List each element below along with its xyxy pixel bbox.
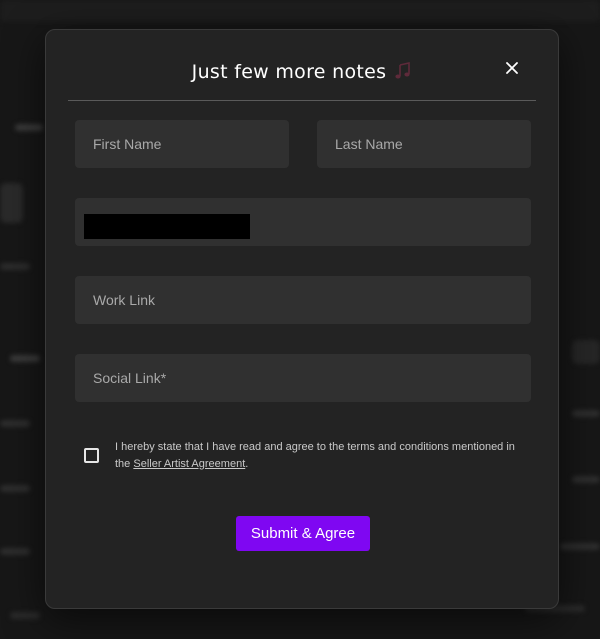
- background-text: [572, 476, 600, 483]
- background-text: [0, 420, 30, 427]
- redacted-email-value: [84, 214, 250, 239]
- title-divider: [68, 100, 536, 101]
- background-text: [10, 612, 40, 619]
- background-text: [560, 543, 600, 550]
- background-text: [572, 410, 600, 417]
- agreement-checkbox[interactable]: [84, 448, 99, 463]
- notes-modal: Just few more notes I hereby state that …: [45, 29, 559, 609]
- seller-artist-agreement-link[interactable]: Seller Artist Agreement: [133, 458, 245, 470]
- first-name-input[interactable]: [75, 120, 289, 168]
- agreement-text-after: .: [245, 458, 249, 470]
- agreement-text: I hereby state that I have read and agre…: [115, 439, 527, 473]
- background-text: [15, 124, 43, 131]
- close-icon[interactable]: [503, 59, 521, 77]
- background-text: [10, 355, 40, 362]
- background-card: [572, 340, 600, 364]
- background-text: [0, 548, 30, 555]
- work-link-input[interactable]: [75, 276, 531, 324]
- modal-title-row: Just few more notes: [46, 61, 558, 83]
- background-header: [0, 0, 600, 22]
- background-text: [0, 263, 30, 270]
- social-link-input[interactable]: [75, 354, 531, 402]
- modal-title: Just few more notes: [191, 61, 387, 83]
- background-card: [0, 183, 23, 223]
- last-name-input[interactable]: [317, 120, 531, 168]
- musical-notes-icon: [394, 62, 412, 80]
- background-text: [0, 485, 30, 492]
- submit-agree-button[interactable]: Submit & Agree: [236, 516, 370, 551]
